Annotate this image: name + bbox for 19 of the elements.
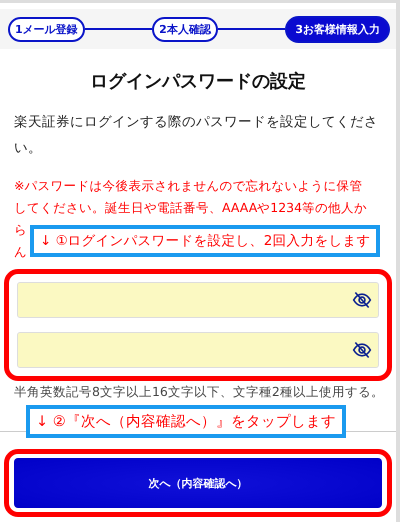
warning-text: ん <box>14 243 27 261</box>
password-field[interactable] <box>17 282 379 318</box>
instruction-callout: ↓ ①ログインパスワードを設定し、2回入力をします <box>30 225 380 257</box>
warning-text: してください。誕生日や電話番号、AAAAや1234等の他人か <box>14 199 368 217</box>
hide-password-icon[interactable] <box>352 340 372 360</box>
instruction-callout: ↓ ②『次へ（内容確認へ）』をタップします <box>26 405 346 438</box>
password-hint: 半角英数記号8文字以上16文字以下、文字種2種以上使用する。 <box>14 384 382 401</box>
step-pill: 3お客様情報入力 <box>285 16 390 42</box>
step-pill: 2本人確認 <box>152 16 218 42</box>
step-connector <box>84 28 152 30</box>
password-field[interactable] <box>17 332 379 368</box>
intro-text: 楽天証券にログインする際のパスワードを設定してください。 <box>14 113 379 158</box>
page-title: ログインパスワードの設定 <box>89 70 307 93</box>
next-button[interactable]: 次へ（内容確認へ） <box>14 458 382 508</box>
warning-text: ※パスワードは今後表示されませんので忘れないように保管 <box>14 177 362 195</box>
warning-text: ら <box>14 221 27 239</box>
hide-password-icon[interactable] <box>352 290 372 310</box>
step-connector <box>218 28 286 30</box>
step-pill: 1メール登録 <box>8 16 85 42</box>
